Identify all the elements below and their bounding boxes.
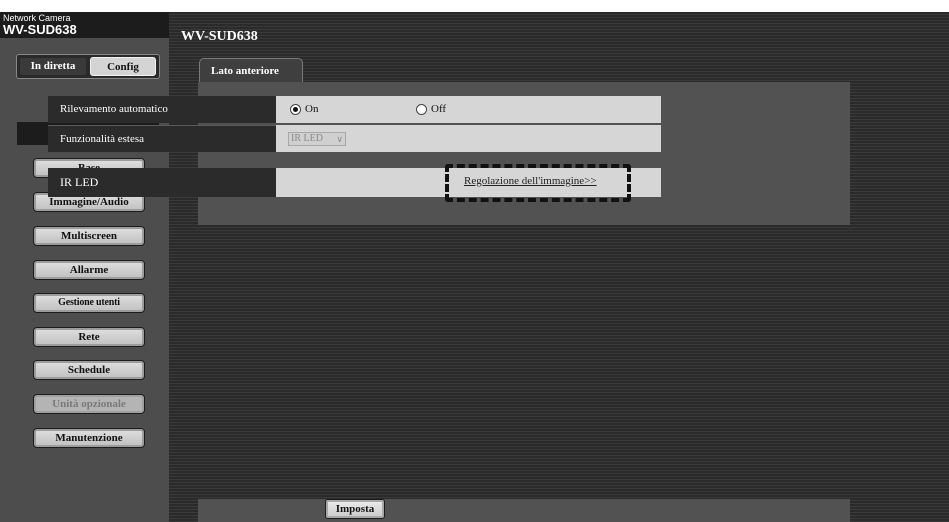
brand-model: WV-SUD638 <box>3 22 77 37</box>
highlight-frame: Regolazione dell'immagine>> <box>445 164 631 202</box>
main-content: WV-SUD638 Lato anteriore <box>169 0 949 522</box>
config-button[interactable]: Config <box>90 57 156 76</box>
auto-detect-off-radio[interactable] <box>416 104 427 115</box>
page-title: WV-SUD638 <box>181 29 258 44</box>
brand-header: Network Camera WV-SUD638 <box>0 12 169 38</box>
menu-alarm-button[interactable]: Allarme <box>33 260 145 280</box>
menu-multiscreen-button[interactable]: Multiscreen <box>33 226 145 246</box>
live-view-button[interactable]: In diretta <box>20 58 86 75</box>
tab-front-side[interactable]: Lato anteriore <box>199 58 303 83</box>
auto-detect-label: Rilevamento automatico <box>48 96 276 123</box>
ir-led-label: IR LED <box>48 168 276 197</box>
image-adjust-link[interactable]: Regolazione dell'immagine>> <box>464 175 597 187</box>
auto-detect-on-radio[interactable] <box>290 104 301 115</box>
auto-detect-value: On Off <box>276 96 661 123</box>
bottom-panel <box>198 499 850 522</box>
menu-schedule-button[interactable]: Schedule <box>33 360 145 380</box>
extended-function-value: IR LED ∨ <box>276 125 661 152</box>
submit-button[interactable]: Imposta <box>325 499 385 519</box>
chevron-down-icon: ∨ <box>336 134 343 144</box>
menu-maintenance-button[interactable]: Manutenzione <box>33 428 145 448</box>
menu-user-management-button[interactable]: Gestione utenti <box>33 293 145 313</box>
auto-detect-on-label: On <box>305 103 319 115</box>
extended-function-select: IR LED ∨ <box>288 132 346 146</box>
menu-network-button[interactable]: Rete <box>33 327 145 347</box>
menu-optional-unit-button: Unità opzionale <box>33 394 145 414</box>
auto-detect-off-label: Off <box>431 103 447 115</box>
extended-function-selected: IR LED <box>291 133 323 144</box>
mode-switch: In diretta Config <box>16 54 160 79</box>
extended-function-label: Funzionalità estesa <box>48 125 276 152</box>
